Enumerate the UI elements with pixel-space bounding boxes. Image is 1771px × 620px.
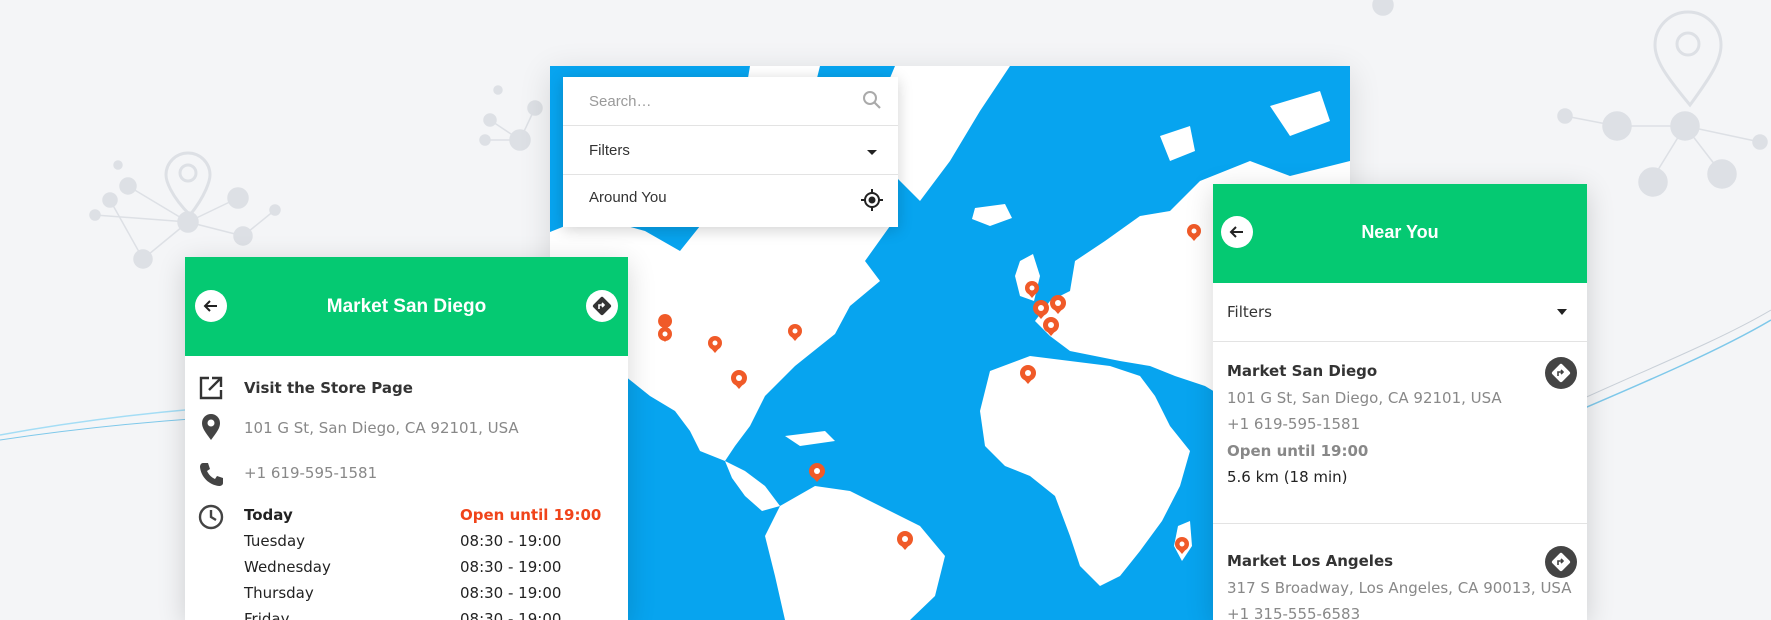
- hours-time: 08:30 - 19:00: [460, 610, 562, 620]
- hours-day: Wednesday: [244, 558, 331, 576]
- store-status: Open until 19:00: [1227, 442, 1369, 460]
- directions-button[interactable]: [586, 290, 618, 322]
- hours-row: Tuesday 08:30 - 19:00: [244, 532, 604, 554]
- search-panel: Search… Filters Around You: [563, 77, 898, 227]
- hours-time: Open until 19:00: [460, 506, 602, 524]
- hours-row: Wednesday 08:30 - 19:00: [244, 558, 604, 580]
- list-item[interactable]: Market San Diego 101 G St, San Diego, CA…: [1213, 342, 1587, 524]
- locate-icon[interactable]: [860, 188, 884, 212]
- near-you-title: Near You: [1361, 222, 1439, 242]
- arrow-left-icon: [203, 300, 217, 312]
- directions-icon: [1551, 363, 1571, 383]
- store-phone: +1 619-595-1581: [1227, 415, 1361, 433]
- hours-row: Friday 08:30 - 19:00: [244, 610, 604, 620]
- search-input[interactable]: Search…: [589, 93, 652, 110]
- hours-day: Thursday: [244, 584, 314, 602]
- external-link-icon[interactable]: [197, 374, 225, 402]
- near-you-card: Near You Filters Market San Diego 101 G …: [1213, 184, 1587, 620]
- filters-dropdown[interactable]: Filters: [563, 126, 898, 175]
- store-address: 317 S Broadway, Los Angeles, CA 90013, U…: [1227, 579, 1572, 597]
- store-name: Market Los Angeles: [1227, 552, 1394, 570]
- filters-label: Filters: [1227, 303, 1272, 321]
- hours-row: Thursday 08:30 - 19:00: [244, 584, 604, 606]
- caret-down-icon: [1557, 309, 1567, 315]
- directions-icon: [592, 296, 612, 316]
- location-pin-icon: [202, 414, 220, 440]
- hours-row-today: Today Open until 19:00: [244, 506, 604, 528]
- near-you-header: Near You: [1213, 184, 1587, 283]
- hours-day: Today: [244, 506, 293, 524]
- directions-icon: [1551, 552, 1571, 572]
- phone-icon: [200, 463, 223, 486]
- store-detail-title: Market San Diego: [326, 296, 487, 317]
- store-phone: +1 619-595-1581: [244, 464, 378, 482]
- clock-icon: [198, 504, 224, 530]
- around-you-label: Around You: [589, 189, 667, 206]
- hours-day: Tuesday: [244, 532, 306, 550]
- directions-button[interactable]: [1545, 546, 1577, 578]
- caret-down-icon: [867, 150, 877, 155]
- store-phone: +1 315-555-6583: [1227, 605, 1361, 620]
- search-row[interactable]: Search…: [563, 77, 898, 126]
- store-address: 101 G St, San Diego, CA 92101, USA: [244, 419, 519, 437]
- back-button[interactable]: [1221, 216, 1253, 248]
- around-you-row[interactable]: Around You: [563, 175, 898, 224]
- near-you-filters-dropdown[interactable]: Filters: [1213, 283, 1587, 342]
- store-detail-card: Market San Diego Visit the Store Page 10…: [185, 257, 628, 620]
- directions-button[interactable]: [1545, 357, 1577, 389]
- hours-time: 08:30 - 19:00: [460, 532, 562, 550]
- hours-time: 08:30 - 19:00: [460, 584, 562, 602]
- store-detail-header: Market San Diego: [185, 257, 628, 356]
- hours-day: Friday: [244, 610, 290, 620]
- back-button[interactable]: [195, 290, 227, 322]
- store-name: Market San Diego: [1227, 362, 1378, 380]
- store-distance: 5.6 km (18 min): [1227, 468, 1348, 486]
- filters-label: Filters: [589, 142, 630, 159]
- search-icon[interactable]: [860, 89, 884, 113]
- store-address: 101 G St, San Diego, CA 92101, USA: [1227, 389, 1502, 407]
- hours-time: 08:30 - 19:00: [460, 558, 562, 576]
- list-item[interactable]: Market Los Angeles 317 S Broadway, Los A…: [1213, 524, 1587, 620]
- visit-store-link[interactable]: Visit the Store Page: [244, 379, 413, 397]
- arrow-left-icon: [1229, 226, 1243, 238]
